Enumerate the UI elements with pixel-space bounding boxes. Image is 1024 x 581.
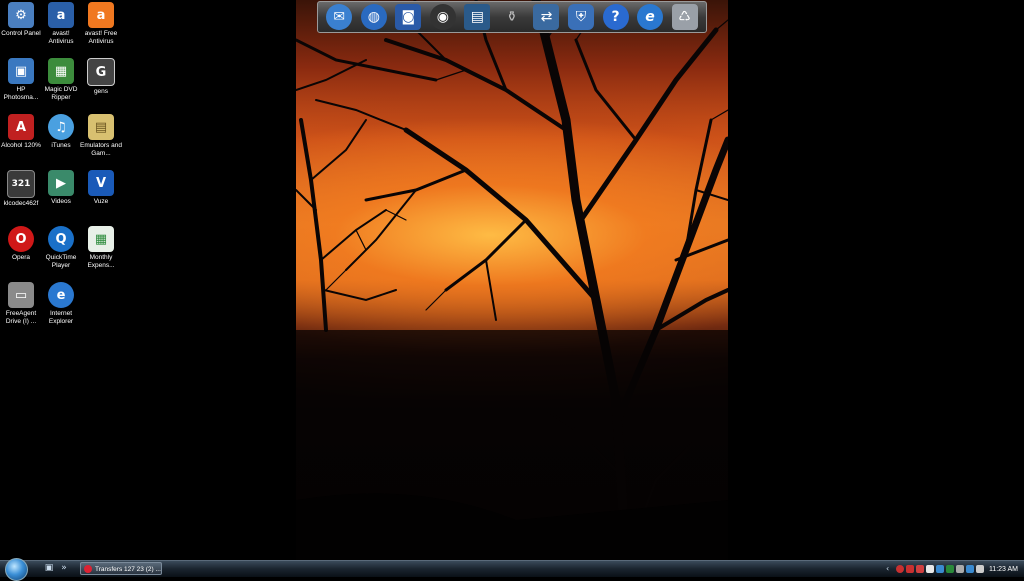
- desktop-icon-gens[interactable]: G gens: [80, 58, 122, 96]
- desktop-icon-vuze[interactable]: V Vuze: [80, 170, 122, 206]
- vuze-icon: V: [88, 170, 114, 196]
- tray-app-icon[interactable]: [905, 565, 914, 573]
- desktop-icon-avast-antivirus[interactable]: a avast! Antivirus: [40, 2, 82, 46]
- start-button[interactable]: [5, 558, 28, 581]
- show-desktop-icon[interactable]: ▣: [43, 563, 55, 574]
- taskbar-clock[interactable]: 11:23 AM: [989, 566, 1018, 573]
- magic-dvd-ripper-icon: ▦: [48, 58, 74, 84]
- globe-icon[interactable]: ◍: [360, 4, 387, 30]
- mail-icon[interactable]: ✉: [326, 4, 353, 30]
- system-tray: ‹ 11:23 AM: [885, 561, 1024, 577]
- quick-launch-expand-icon[interactable]: »: [58, 563, 70, 574]
- desktop-icon-label: Alcohol 120%: [1, 142, 41, 149]
- desktop-icon-monthly-expenses[interactable]: ▦ Monthly Expens...: [80, 226, 122, 270]
- desktop-icon-control-panel[interactable]: ⚙ Control Panel: [0, 2, 42, 38]
- desktop-icon-opera[interactable]: O Opera: [0, 226, 42, 262]
- avast-free-antivirus-icon: a: [88, 2, 114, 28]
- alcohol-120-icon: A: [8, 114, 34, 140]
- klcodec-icon: 321: [7, 170, 35, 198]
- tray-expand-icon[interactable]: ‹: [886, 565, 894, 573]
- control-panel-icon: ⚙: [8, 2, 34, 28]
- camera-icon[interactable]: ◙: [395, 4, 422, 30]
- taskbar-window-button[interactable]: Transfers 127 23 (2) ...: [80, 562, 162, 575]
- desktop-icon-label: iTunes: [51, 142, 71, 149]
- recycle-full-icon[interactable]: ⚱: [499, 4, 525, 30]
- desktop-icon-label: gens: [93, 88, 109, 95]
- videos-icon: ▶: [48, 170, 74, 196]
- tray-opera-icon[interactable]: [895, 565, 904, 573]
- desktop-icon-label: Videos: [51, 198, 71, 205]
- tray-speaker-icon[interactable]: [975, 565, 984, 573]
- desktop-icon-label: Emulators and Gam...: [80, 142, 122, 157]
- desktop-icon-label: QuickTime Player: [45, 254, 77, 269]
- speaker-icon[interactable]: ◉: [429, 4, 456, 30]
- desktop-icon-emulators-folder[interactable]: ▤ Emulators and Gam...: [80, 114, 122, 158]
- tree-silhouettes: [296, 0, 728, 560]
- desktop-icon-label: avast! Free Antivirus: [84, 30, 118, 45]
- opera-icon: [84, 565, 92, 573]
- desktop-icon-grid: ⚙ Control Panel a avast! Antivirus a ava…: [0, 0, 125, 340]
- dock-launcher-bar: ✉ ◍ ◙ ◉ ▤ ⚱ ⇄ ⛨ ? e ♺: [317, 1, 707, 33]
- tray-alcohol-icon[interactable]: [915, 565, 924, 573]
- opera-icon: O: [8, 226, 34, 252]
- desktop-icon-label: avast! Antivirus: [48, 30, 74, 45]
- desktop-icon-label: FreeAgent Drive (I) ...: [5, 310, 37, 325]
- itunes-icon: ♫: [48, 114, 74, 140]
- desktop-icon-freeagent-drive[interactable]: ▭ FreeAgent Drive (I) ...: [0, 282, 42, 326]
- video-clapper-icon[interactable]: ▤: [464, 4, 491, 30]
- desktop-icon-alcohol-120[interactable]: A Alcohol 120%: [0, 114, 42, 150]
- tray-security-icon[interactable]: [945, 565, 954, 573]
- gens-icon: G: [87, 58, 115, 86]
- spreadsheet-icon: ▦: [88, 226, 114, 252]
- desktop-icon-klcodec[interactable]: 321 klcodec462f: [0, 170, 42, 208]
- wallpaper-sunset-trees-image: [296, 0, 728, 560]
- internet-explorer-icon: e: [48, 282, 74, 308]
- desktop-icon-label: Control Panel: [1, 30, 41, 37]
- quicktime-icon: Q: [48, 226, 74, 252]
- desktop-icon-label: Magic DVD Ripper: [44, 86, 78, 101]
- desktop-icon-label: HP Photosma...: [3, 86, 39, 101]
- desktop-icon-videos[interactable]: ▶ Videos: [40, 170, 82, 206]
- shield-icon[interactable]: ⛨: [567, 4, 594, 30]
- desktop-icon-label: klcodec462f: [3, 200, 39, 207]
- desktop-icon-internet-explorer[interactable]: e Internet Explorer: [40, 282, 82, 326]
- desktop-icon-label: Opera: [11, 254, 31, 261]
- recycle-bin-icon[interactable]: ♺: [671, 4, 698, 30]
- hp-photosmart-icon: ▣: [8, 58, 34, 84]
- folder-icon: ▤: [88, 114, 114, 140]
- tray-network-icon[interactable]: [955, 565, 964, 573]
- desktop-icon-hp-photosmart[interactable]: ▣ HP Photosma...: [0, 58, 42, 102]
- desktop-icon-itunes[interactable]: ♫ iTunes: [40, 114, 82, 150]
- desktop-icon-avast-free-antivirus[interactable]: a avast! Free Antivirus: [80, 2, 122, 46]
- internet-explorer-icon[interactable]: e: [637, 4, 664, 30]
- tray-update-icon[interactable]: [935, 565, 944, 573]
- desktop-icon-label: Internet Explorer: [48, 310, 74, 325]
- desktop-icon-quicktime-player[interactable]: Q QuickTime Player: [40, 226, 82, 270]
- tray-document-icon[interactable]: [925, 565, 934, 573]
- desktop-icon-label: Monthly Expens...: [87, 254, 115, 269]
- drive-icon: ▭: [8, 282, 34, 308]
- avast-antivirus-icon: a: [48, 2, 74, 28]
- desktop-icon-label: Vuze: [93, 198, 109, 205]
- help-icon[interactable]: ?: [602, 4, 629, 30]
- tray-volume-icon[interactable]: [965, 565, 974, 573]
- desktop-icon-magic-dvd-ripper[interactable]: ▦ Magic DVD Ripper: [40, 58, 82, 102]
- taskbar-window-title: Transfers 127 23 (2) ...: [95, 566, 161, 573]
- network-icon[interactable]: ⇄: [533, 4, 560, 30]
- taskbar: ▣ » Transfers 127 23 (2) ... ‹ 11:23 AM: [0, 558, 1024, 581]
